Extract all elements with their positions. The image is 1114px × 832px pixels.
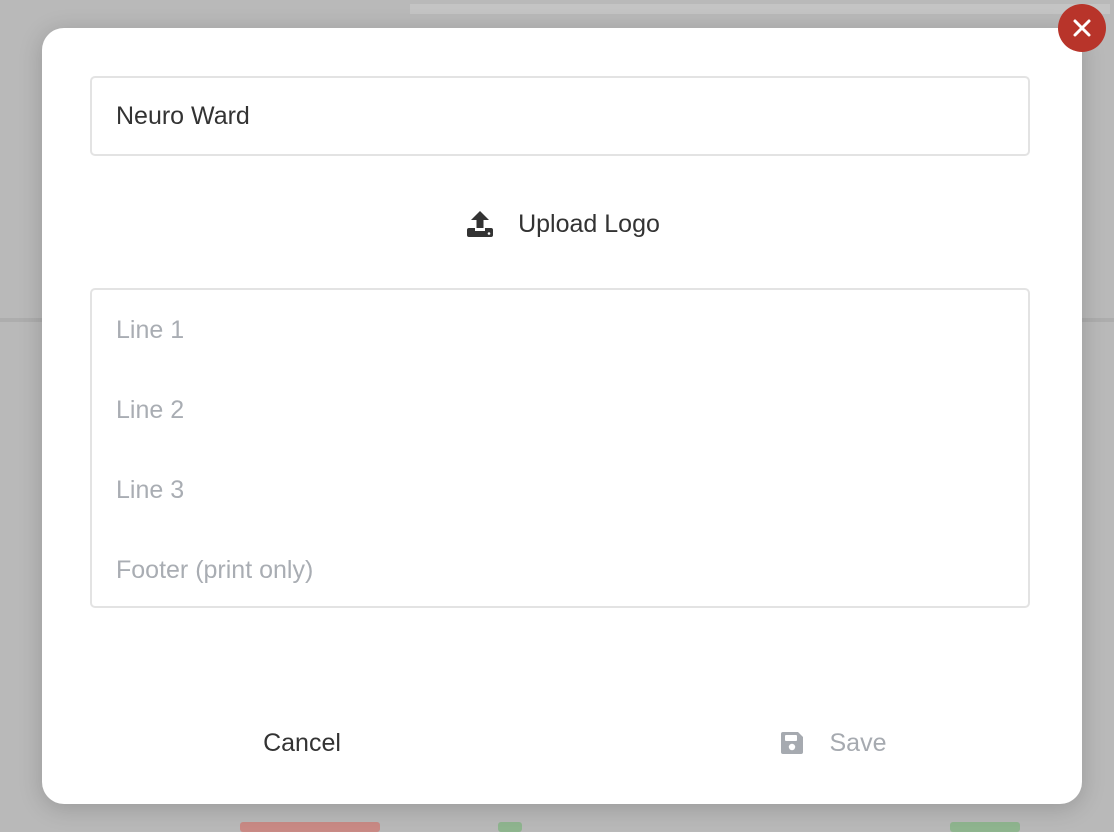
ward-name-input[interactable] — [90, 76, 1030, 156]
background-green-mark — [498, 822, 522, 832]
edit-ward-dialog: Upload Logo Cancel Save — [42, 28, 1082, 804]
line-3-input[interactable] — [92, 450, 1028, 530]
upload-logo-label: Upload Logo — [518, 209, 660, 238]
background-bar — [410, 4, 1110, 14]
line-1-input[interactable] — [92, 290, 1028, 370]
line-2-input[interactable] — [92, 370, 1028, 450]
footer-input[interactable] — [92, 530, 1028, 610]
background-green-mark — [950, 822, 1020, 832]
upload-icon — [464, 208, 496, 240]
upload-logo-button[interactable]: Upload Logo — [42, 196, 1082, 252]
close-button[interactable] — [1058, 4, 1106, 52]
cancel-button[interactable]: Cancel — [222, 718, 382, 768]
save-button[interactable]: Save — [752, 718, 912, 768]
save-label: Save — [829, 728, 887, 757]
cancel-label: Cancel — [263, 728, 341, 757]
close-icon — [1073, 19, 1091, 37]
background-red-text — [240, 822, 380, 832]
address-lines-group — [90, 288, 1030, 610]
floppy-disk-icon — [778, 729, 806, 757]
